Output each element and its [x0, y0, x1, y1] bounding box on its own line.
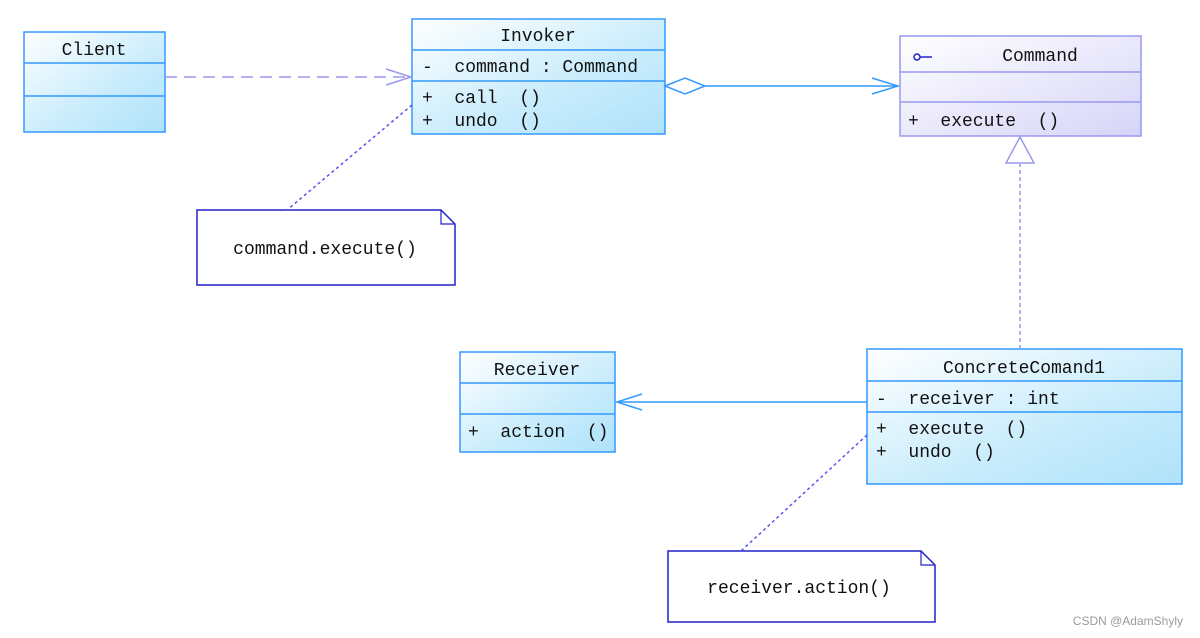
- class-name: Invoker: [500, 27, 576, 47]
- note-concrete-command[interactable]: receiver.action(): [667, 550, 936, 623]
- class-name: Receiver: [494, 361, 580, 381]
- class-concrete-command[interactable]: ConcreteComand1 - receiver : int + execu…: [866, 348, 1183, 485]
- note-text: command.execute(): [233, 240, 417, 260]
- operation: + undo (): [876, 443, 995, 463]
- operation: + action (): [468, 423, 608, 443]
- class-receiver[interactable]: Receiver + action (): [459, 351, 616, 453]
- association-concrete-receiver: [614, 393, 867, 411]
- attribute: - receiver : int: [876, 390, 1060, 410]
- operation: + execute (): [908, 112, 1059, 132]
- uml-class-diagram: Client Invoker - command : Command + cal…: [23, 18, 1183, 628]
- dependency-client-invoker: [165, 68, 414, 86]
- class-name: ConcreteComand1: [943, 359, 1105, 379]
- class-name: Command: [1002, 47, 1078, 67]
- note-invoker[interactable]: command.execute(): [196, 209, 456, 286]
- note-text: receiver.action(): [707, 579, 891, 599]
- note-link-invoker: [286, 104, 413, 211]
- operation: + undo (): [422, 112, 541, 132]
- operation: + execute (): [876, 420, 1027, 440]
- note-link-concrete: [740, 434, 868, 552]
- class-name: Client: [62, 41, 127, 61]
- class-invoker[interactable]: Invoker - command : Command + call () + …: [411, 18, 666, 135]
- interface-command[interactable]: Command + execute (): [899, 35, 1142, 137]
- watermark: CSDN @AdamShyly: [1073, 614, 1183, 628]
- realization-concrete-command: [1004, 135, 1036, 349]
- aggregation-invoker-command: [662, 77, 901, 95]
- operation: + call (): [422, 89, 541, 109]
- attribute: - command : Command: [422, 58, 638, 78]
- class-client[interactable]: Client: [23, 31, 166, 133]
